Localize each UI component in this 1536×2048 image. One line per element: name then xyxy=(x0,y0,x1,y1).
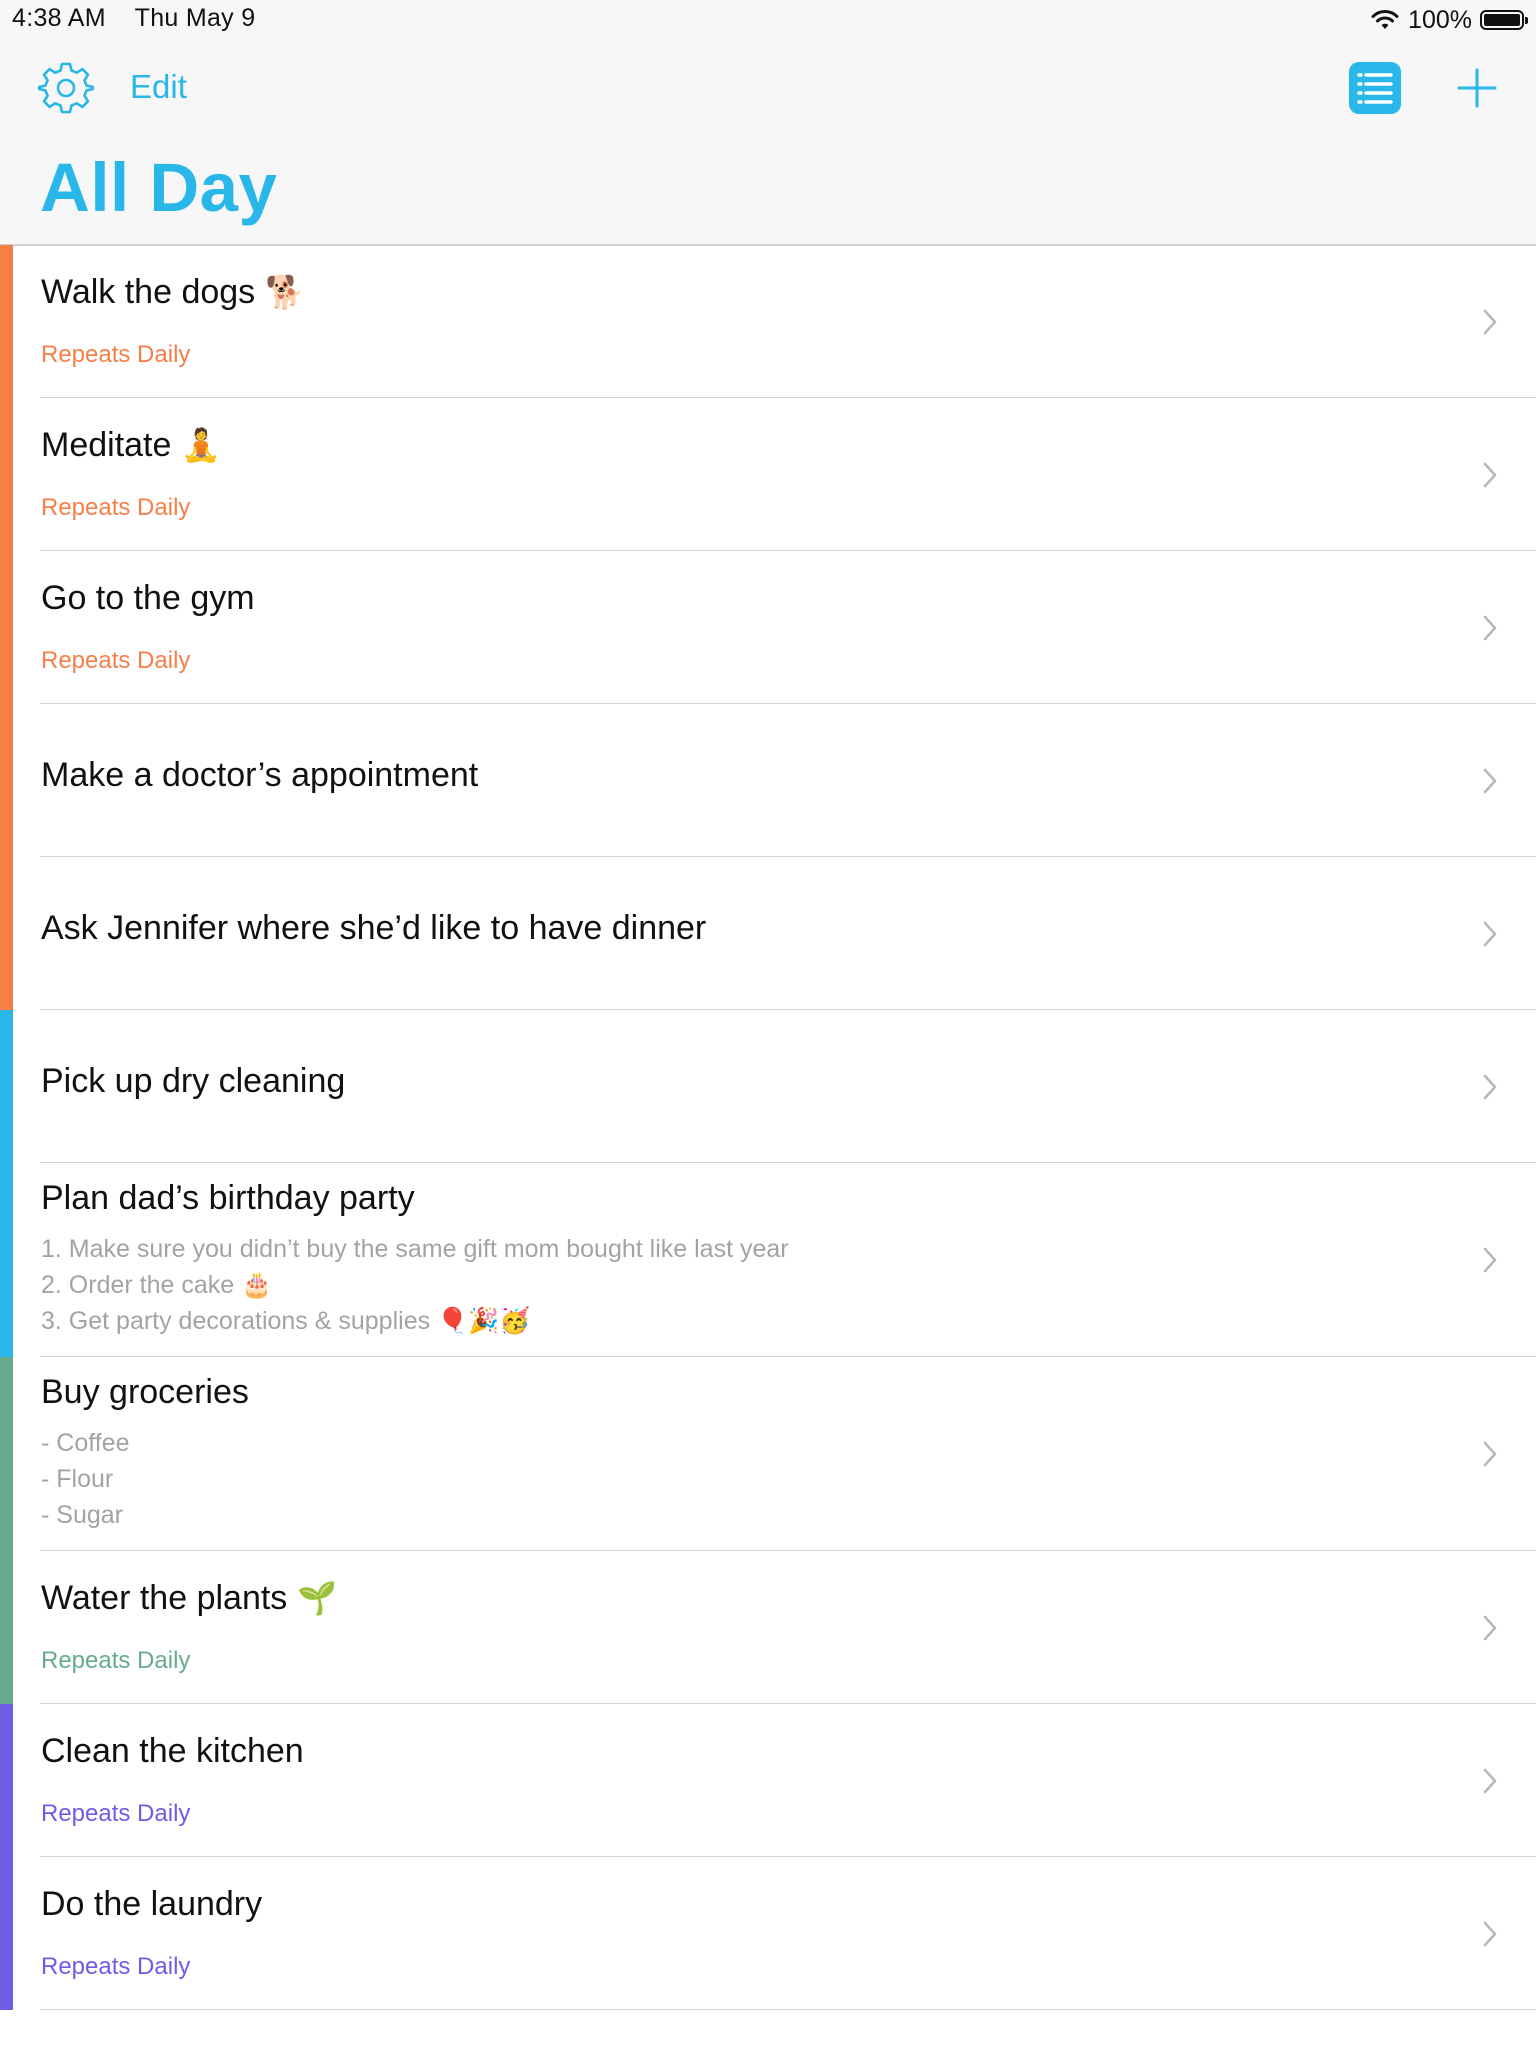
task-title-text: Go to the gym xyxy=(41,579,255,617)
task-notes: - Coffee - Flour - Sugar xyxy=(41,1425,129,1533)
task-emoji: 🌱 xyxy=(297,1580,338,1616)
navigation-bar: Edit All Day xyxy=(0,40,1536,246)
list-icon xyxy=(1357,73,1393,104)
task-row[interactable]: Buy groceries - Coffee - Flour - Sugar xyxy=(0,1357,1536,1551)
task-title: Plan dad’s birthday party xyxy=(41,1179,415,1218)
chevron-right-icon xyxy=(1483,309,1497,334)
task-title-text: Pick up dry cleaning xyxy=(41,1062,346,1100)
task-title: Go to the gym xyxy=(41,579,255,618)
wifi-icon xyxy=(1371,10,1399,29)
task-emoji: 🐕 xyxy=(265,274,306,310)
task-title-text: Clean the kitchen xyxy=(41,1732,304,1770)
status-time: 4:38 AM xyxy=(12,4,106,32)
chevron-right-icon xyxy=(1483,768,1497,793)
note-line: - Sugar xyxy=(41,1501,123,1529)
chevron-right-icon xyxy=(1483,1074,1497,1099)
note-line: 3. Get party decorations & supplies 🎈🎉🥳 xyxy=(41,1307,531,1335)
task-title: Water the plants 🌱 xyxy=(41,1579,337,1618)
chevron-right-icon xyxy=(1483,921,1497,946)
task-row[interactable]: Clean the kitchen Repeats Daily xyxy=(0,1704,1536,1857)
task-row[interactable]: Ask Jennifer where she’d like to have di… xyxy=(0,857,1536,1010)
list-color-bar xyxy=(0,551,13,704)
task-title: Make a doctor’s appointment xyxy=(41,756,478,795)
task-row[interactable]: Water the plants 🌱 Repeats Daily xyxy=(0,1551,1536,1704)
repeat-label: Repeats Daily xyxy=(41,341,191,368)
task-title-text: Buy groceries xyxy=(41,1373,249,1411)
chevron-right-icon xyxy=(1483,1441,1497,1467)
repeat-label: Repeats Daily xyxy=(41,1953,191,1980)
chevron-right-icon xyxy=(1483,1615,1497,1640)
chevron-right-icon xyxy=(1483,1768,1497,1793)
list-view-button[interactable] xyxy=(1349,62,1401,114)
task-row[interactable]: Do the laundry Repeats Daily xyxy=(0,1857,1536,2010)
battery-icon xyxy=(1480,10,1528,30)
task-title-text: Do the laundry xyxy=(41,1885,263,1923)
gear-icon xyxy=(37,62,95,114)
task-title: Clean the kitchen xyxy=(41,1732,304,1771)
list-color-bar xyxy=(0,398,13,551)
task-emoji: 🧘 xyxy=(181,427,222,463)
note-line: - Flour xyxy=(41,1465,114,1493)
repeat-label: Repeats Daily xyxy=(41,647,191,674)
battery-fill xyxy=(1484,14,1520,26)
add-task-button[interactable] xyxy=(1455,66,1499,110)
settings-button[interactable] xyxy=(37,60,95,116)
list-color-bar xyxy=(0,1357,13,1551)
task-title: Buy groceries xyxy=(41,1373,249,1412)
list-color-bar xyxy=(0,1010,13,1163)
page-title: All Day xyxy=(40,149,278,226)
task-title-text: Ask Jennifer where she’d like to have di… xyxy=(41,909,707,947)
task-title-text: Plan dad’s birthday party xyxy=(41,1179,415,1217)
chevron-right-icon xyxy=(1483,1921,1497,1946)
note-line: 2. Order the cake 🎂 xyxy=(41,1271,273,1299)
task-title-text: Meditate xyxy=(41,426,172,464)
repeat-label: Repeats Daily xyxy=(41,1647,191,1674)
status-right: 100% xyxy=(1370,4,1528,36)
note-line: - Coffee xyxy=(41,1429,130,1457)
list-color-bar xyxy=(0,1704,13,1857)
status-left: 4:38 AM Thu May 9 xyxy=(12,4,277,33)
task-title: Pick up dry cleaning xyxy=(41,1062,345,1101)
list-color-bar xyxy=(0,245,13,398)
task-row[interactable]: Go to the gym Repeats Daily xyxy=(0,551,1536,704)
task-title: Do the laundry xyxy=(41,1885,262,1924)
edit-button[interactable]: Edit xyxy=(130,68,187,106)
list-color-bar xyxy=(0,1163,13,1357)
list-color-bar xyxy=(0,857,13,1010)
task-notes: 1. Make sure you didn’t buy the same gif… xyxy=(41,1231,789,1339)
battery-percent: 100% xyxy=(1408,5,1472,34)
task-row[interactable]: Pick up dry cleaning xyxy=(0,1010,1536,1163)
list-color-bar xyxy=(0,1857,13,2010)
plus-icon xyxy=(1457,68,1497,108)
task-row[interactable]: Plan dad’s birthday party 1. Make sure yo… xyxy=(0,1163,1536,1357)
status-date: Thu May 9 xyxy=(134,4,256,32)
task-row[interactable]: Meditate 🧘 Repeats Daily xyxy=(0,398,1536,551)
row-separator xyxy=(40,2009,1536,2010)
repeat-label: Repeats Daily xyxy=(41,1800,191,1827)
chevron-right-icon xyxy=(1483,462,1497,487)
task-title: Ask Jennifer where she’d like to have di… xyxy=(41,909,706,948)
task-row[interactable]: Walk the dogs 🐕 Repeats Daily xyxy=(0,245,1536,398)
chevron-right-icon xyxy=(1483,1247,1497,1273)
task-title-text: Walk the dogs xyxy=(41,273,256,311)
status-bar: 4:38 AM Thu May 9 100% xyxy=(0,0,1536,40)
task-title: Meditate 🧘 xyxy=(41,426,221,465)
chevron-right-icon xyxy=(1483,615,1497,640)
repeat-label: Repeats Daily xyxy=(41,494,191,521)
task-list: Walk the dogs 🐕 Repeats Daily Meditate 🧘 Repe… xyxy=(0,245,1536,2010)
task-title: Walk the dogs 🐕 xyxy=(41,273,305,312)
list-color-bar xyxy=(0,1551,13,1704)
list-color-bar xyxy=(0,704,13,857)
task-title-text: Make a doctor’s appointment xyxy=(41,756,479,794)
task-row[interactable]: Make a doctor’s appointment xyxy=(0,704,1536,857)
note-line: 1. Make sure you didn’t buy the same gif… xyxy=(41,1235,789,1263)
task-title-text: Water the plants xyxy=(41,1579,288,1617)
